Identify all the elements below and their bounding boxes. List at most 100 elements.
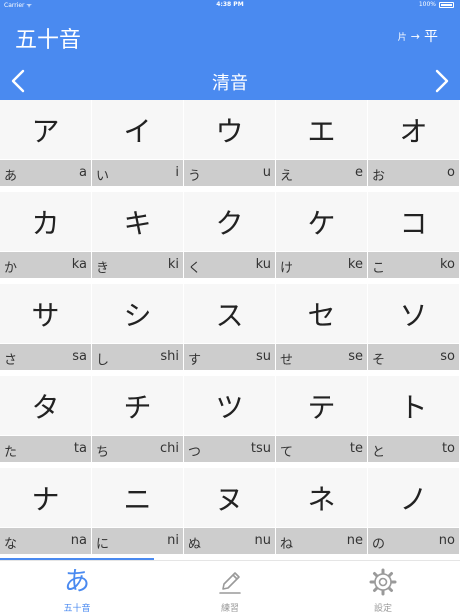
hiragana-char: な — [4, 537, 18, 552]
kana-reading: そ so — [368, 344, 459, 370]
kana-reading: に ni — [92, 528, 183, 554]
hiragana-char: に — [96, 537, 110, 552]
kana-reading: の no — [368, 528, 459, 554]
gear-icon — [306, 567, 460, 597]
hiragana-char: と — [372, 445, 386, 460]
romaji-label: o — [447, 165, 455, 180]
status-bar: Carrier ᯤ 4:38 PM 100% — [0, 0, 460, 10]
kana-reading: す su — [184, 344, 275, 370]
hiragana-char: つ — [188, 445, 202, 460]
katakana-char: タ — [0, 376, 91, 435]
kana-reading: さ sa — [0, 344, 91, 370]
tab-bar: あ 五十音 練習 設定 — [0, 560, 460, 614]
romaji-label: i — [175, 165, 179, 180]
tab-label: 練習 — [220, 604, 239, 614]
hiragana-char: た — [4, 445, 18, 460]
katakana-char: エ — [276, 100, 367, 159]
kana-reading: うu — [184, 160, 275, 186]
kana-reading: ち chi — [92, 436, 183, 462]
katakana-char: チ — [92, 376, 183, 435]
tab-gojuon[interactable]: あ 五十音 — [0, 561, 154, 614]
hiragana-char: の — [372, 537, 386, 552]
section-title: 清音 — [212, 73, 248, 94]
mode-from-label: 片 — [397, 32, 407, 43]
kana-grid: アあ a イい i ウう u エえ e オお o カか ka キき ki クく ku ケけ ke コこ ko サさ sa シ… — [0, 100, 460, 558]
romaji-label: no — [438, 533, 455, 548]
katakana-char: ツ — [184, 376, 275, 435]
romaji-label: na — [70, 533, 87, 548]
romaji-label: ni — [167, 533, 179, 548]
katakana-char: ウ — [184, 100, 275, 159]
mode-to-label: 平 — [424, 29, 438, 45]
katakana-char: キ — [92, 192, 183, 251]
tab-label: 五十音 — [63, 604, 91, 614]
romaji-label: se — [348, 349, 363, 364]
hiragana-char: う — [188, 169, 202, 184]
romaji-label: e — [355, 165, 363, 180]
romaji-label: ta — [73, 441, 87, 456]
hiragana-char: さ — [4, 353, 18, 368]
hiragana-char: て — [280, 445, 294, 460]
katakana-char: ネ — [276, 468, 367, 527]
battery-icon — [439, 2, 454, 8]
katakana-char: ア — [0, 100, 91, 159]
kana-reading: ぬ nu — [184, 528, 275, 554]
hiragana-char: い — [96, 169, 110, 184]
kana-reading: く ku — [184, 252, 275, 278]
romaji-label: tsu — [250, 441, 271, 456]
romaji-label: chi — [160, 441, 179, 456]
romaji-label: nu — [254, 533, 271, 548]
tab-label: 設定 — [373, 604, 392, 614]
kana-reading: て te — [276, 436, 367, 462]
romaji-label: sa — [72, 349, 87, 364]
romaji-label: ne — [346, 533, 363, 548]
chevron-right-icon[interactable] — [428, 68, 454, 94]
tab-settings[interactable]: 設定 — [306, 561, 460, 614]
hiragana-char: お — [372, 169, 386, 184]
romaji-label: ke — [347, 257, 363, 272]
hiragana-char: く — [188, 261, 202, 276]
katakana-char: ノ — [368, 468, 459, 527]
page-title: 五十音 — [15, 28, 82, 53]
hiragana-char: し — [96, 353, 110, 368]
hiragana-char: か — [4, 261, 18, 276]
romaji-label: to — [441, 441, 455, 456]
clock: 4:38 PM — [216, 1, 244, 8]
kana-reading: せ se — [276, 344, 367, 370]
section-bar: 清音 — [0, 62, 460, 100]
katakana-char: ヌ — [184, 468, 275, 527]
katakana-char: ニ — [92, 468, 183, 527]
tab-practice[interactable]: 練習 — [153, 561, 307, 614]
katakana-char: イ — [92, 100, 183, 159]
romaji-label: ko — [439, 257, 455, 272]
romaji-label: shi — [160, 349, 179, 364]
katakana-char: ソ — [368, 284, 459, 343]
katakana-char: セ — [276, 284, 367, 343]
hiragana-char: す — [188, 353, 202, 368]
hiragana-char: あ — [4, 169, 18, 184]
katakana-char: オ — [368, 100, 459, 159]
katakana-char: シ — [92, 284, 183, 343]
hiragana-char: せ — [280, 353, 294, 368]
romaji-label: su — [255, 349, 271, 364]
katakana-char: ク — [184, 192, 275, 251]
katakana-char: カ — [0, 192, 91, 251]
kana-reading: こ ko — [368, 252, 459, 278]
kana-reading: と to — [368, 436, 459, 462]
romaji-label: so — [440, 349, 455, 364]
katakana-char: サ — [0, 284, 91, 343]
kana-reading: か ka — [0, 252, 91, 278]
kana-reading: つ tsu — [184, 436, 275, 462]
battery-percent: 100% — [418, 1, 436, 8]
romaji-label: te — [349, 441, 363, 456]
hiragana-a-icon: あ — [63, 567, 90, 597]
kana-reading: た ta — [0, 436, 91, 462]
hiragana-char: ね — [280, 537, 294, 552]
katakana-char: ナ — [0, 468, 91, 527]
kana-reading: えe — [276, 160, 367, 186]
katakana-char: コ — [368, 192, 459, 251]
kana-reading: な na — [0, 528, 91, 554]
romaji-label: a — [79, 165, 87, 180]
kana-reading: ね ne — [276, 528, 367, 554]
kana-mode-toggle-button[interactable]: 片 → 平 — [398, 26, 438, 46]
